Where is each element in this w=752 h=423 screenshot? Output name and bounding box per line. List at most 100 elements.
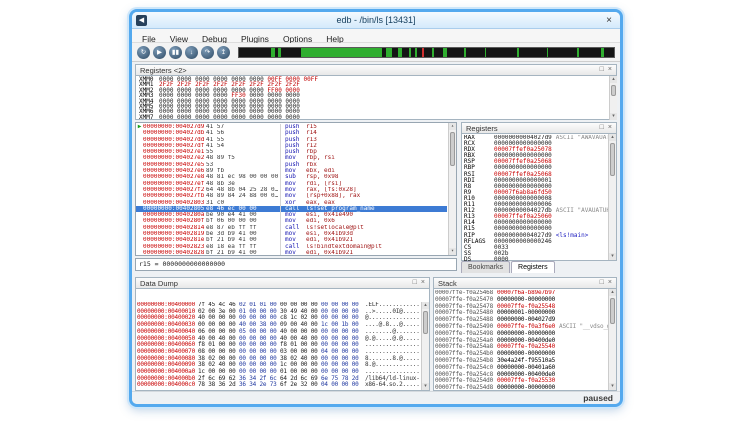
ascii-column: ................ xyxy=(365,348,420,355)
dump-address: 00000000:00400070 xyxy=(137,348,195,355)
scroll-up-icon[interactable]: ▴ xyxy=(449,123,456,130)
scroll-up-icon[interactable]: ▴ xyxy=(609,134,616,141)
register-list[interactable]: RAX00000000004027d9ASCII "AWAVAUATUH"RCX… xyxy=(464,135,608,261)
run-icon[interactable]: ▶ xyxy=(153,46,166,59)
close-icon[interactable]: × xyxy=(603,14,615,27)
titlebar[interactable]: ◀ edb - /bin/ls [13431] × xyxy=(132,12,620,29)
scroll-thumb[interactable] xyxy=(611,85,616,96)
hex-byte: 00 xyxy=(311,381,321,388)
stack-value: 00000000-00000000 xyxy=(497,384,555,391)
hex-dump-row[interactable]: 00000000:004000c078 38 36 2d 36 34 2e 73… xyxy=(137,382,421,389)
dock-float-icon[interactable]: □ xyxy=(600,278,604,288)
hex-byte: 73 xyxy=(270,381,280,388)
registers-dock: Registers □ × RAX00000000004027d9ASCII "… xyxy=(461,122,617,261)
ascii-column: ................ xyxy=(365,368,420,375)
toolbar: ↻▶▮▮↓↷↥ xyxy=(132,43,620,62)
hex-byte: 2d xyxy=(229,381,239,388)
tab-registers[interactable]: Registers xyxy=(511,261,555,273)
hex-byte: 00 xyxy=(342,381,352,388)
memory-region-segment xyxy=(409,48,412,57)
scroll-thumb[interactable] xyxy=(450,132,455,166)
dock-float-icon[interactable]: □ xyxy=(600,123,604,133)
status-bar: paused xyxy=(132,391,620,404)
disassembly-view[interactable]: ▶00000000:004027d941 57pushr1500000000:0… xyxy=(135,122,457,256)
scrollbar[interactable]: ▴ ▾ xyxy=(448,123,456,255)
scroll-thumb[interactable] xyxy=(610,298,615,324)
menu-bar: FileViewDebugPluginsOptionsHelp xyxy=(132,29,620,43)
dock-close-icon[interactable]: × xyxy=(608,123,612,133)
register-hint-line: r15 = 0000000000000000 xyxy=(135,258,457,271)
scroll-up-icon[interactable]: ▴ xyxy=(422,302,429,309)
hex-byte: 36 xyxy=(219,381,229,388)
memory-region-segment xyxy=(464,48,466,57)
debugger-state-label: paused xyxy=(583,393,613,403)
xmm-registers-dock: Registers <2> □ × XMM00000 0000 0000 000… xyxy=(135,64,617,120)
scroll-down-icon[interactable]: ▾ xyxy=(610,113,617,120)
hex-byte: 00 xyxy=(331,381,341,388)
memory-map-bar[interactable] xyxy=(238,47,615,58)
scroll-up-icon[interactable]: ▴ xyxy=(609,289,616,296)
hex-dump-rows[interactable]: 00000000:004000007f 45 4c 46 02 01 01 00… xyxy=(137,302,421,391)
data-dump-dock: Data Dump □ × 0x0000000000400000-0x00000… xyxy=(135,277,430,391)
stack-dock: Stack □ × 00007ffe-f0a2546800007f6a-b89e… xyxy=(433,277,617,391)
hex-byte: 32 xyxy=(301,381,311,388)
registers-dock-header[interactable]: Registers □ × xyxy=(461,122,617,134)
hex-byte: 2e xyxy=(290,381,300,388)
edb-window: ◀ edb - /bin/ls [13431] × FileViewDebugP… xyxy=(129,9,623,407)
instruction-address: 00000000:00402828 xyxy=(143,250,206,255)
stack-rows[interactable]: 00007ffe-f0a2546800007f6a-b89e7b9700007f… xyxy=(435,290,608,391)
scrollbar[interactable]: ▴ ▾ xyxy=(609,76,617,120)
step-into-icon[interactable]: ↓ xyxy=(185,46,198,59)
instruction-bytes: bf 21 b9 41 00 xyxy=(206,250,280,255)
step-over-icon[interactable]: ↷ xyxy=(201,46,214,59)
register-note: ASCII "AWAVAUATUH" xyxy=(556,135,608,141)
xmm-register-list[interactable]: XMM00000 0000 0000 0000 0000 0000 00FF 0… xyxy=(135,76,617,120)
step-out-icon[interactable]: ↥ xyxy=(217,46,230,59)
scroll-down-icon[interactable]: ▾ xyxy=(609,383,616,390)
restart-icon[interactable]: ↻ xyxy=(137,46,150,59)
scroll-thumb[interactable] xyxy=(610,143,615,176)
scroll-down-icon[interactable]: ▾ xyxy=(609,253,616,260)
app-icon[interactable]: ◀ xyxy=(136,15,147,26)
disassembly-rows: ▶00000000:004027d941 57pushr1500000000:0… xyxy=(136,124,447,255)
memory-region-segment xyxy=(386,48,392,57)
register-name: XMM7 xyxy=(139,115,159,120)
dock-tab-bar: BookmarksRegisters xyxy=(461,261,617,273)
dock-close-icon[interactable]: × xyxy=(608,278,612,288)
stack-note: ASCII "__vdso_gett" xyxy=(559,323,608,330)
dock-float-icon[interactable]: □ xyxy=(413,278,417,288)
hex-byte: 36 xyxy=(239,381,249,388)
dock-close-icon[interactable]: × xyxy=(421,278,425,288)
scrollbar[interactable]: ▴ ▾ xyxy=(608,134,616,260)
stack-header[interactable]: Stack □ × xyxy=(433,277,617,289)
memory-region-segment xyxy=(415,48,417,57)
stack-address: 00007ffe-f0a25470 xyxy=(435,296,493,303)
disassembly-row[interactable]: 00000000:00402828bf 21 b9 41 00movedi, 0… xyxy=(136,250,447,255)
mnemonic: mov xyxy=(280,250,306,255)
dock-close-icon[interactable]: × xyxy=(608,65,612,75)
scroll-down-icon[interactable]: ▾ xyxy=(449,248,456,255)
register-value: 0000 0000 0000 0000 0000 0000 0000 0000 xyxy=(159,114,300,120)
dock-float-icon[interactable]: □ xyxy=(600,65,604,75)
memory-region-segment xyxy=(301,48,382,57)
memory-region-segment xyxy=(485,48,487,57)
scroll-thumb[interactable] xyxy=(423,311,428,334)
hex-byte: 6f xyxy=(280,381,290,388)
tab-bookmarks[interactable]: Bookmarks xyxy=(461,261,510,273)
hex-byte: 00 xyxy=(352,381,362,388)
pause-icon[interactable]: ▮▮ xyxy=(169,46,182,59)
dump-address: 00000000:004000a0 xyxy=(137,368,195,375)
window-title: edb - /bin/ls [13431] xyxy=(132,12,620,29)
scroll-up-icon[interactable]: ▴ xyxy=(610,76,617,83)
hex-byte: 38 xyxy=(208,381,218,388)
xmm-register-row[interactable]: XMM70000 0000 0000 0000 0000 0000 0000 0… xyxy=(139,115,606,120)
xmm-dock-header[interactable]: Registers <2> □ × xyxy=(135,64,617,76)
stack-address: 00007ffe-f0a254c0 xyxy=(435,364,493,371)
scrollbar[interactable]: ▴ ▾ xyxy=(608,289,616,390)
scroll-down-icon[interactable]: ▾ xyxy=(422,383,429,390)
scrollbar[interactable]: ▴ ▾ xyxy=(421,302,429,390)
current-instruction-marker xyxy=(136,250,143,255)
ascii-column: ........@....... xyxy=(365,328,420,335)
stack-address: 00007ffe-f0a25490 xyxy=(435,323,493,330)
data-dump-header[interactable]: Data Dump □ × xyxy=(135,277,430,289)
